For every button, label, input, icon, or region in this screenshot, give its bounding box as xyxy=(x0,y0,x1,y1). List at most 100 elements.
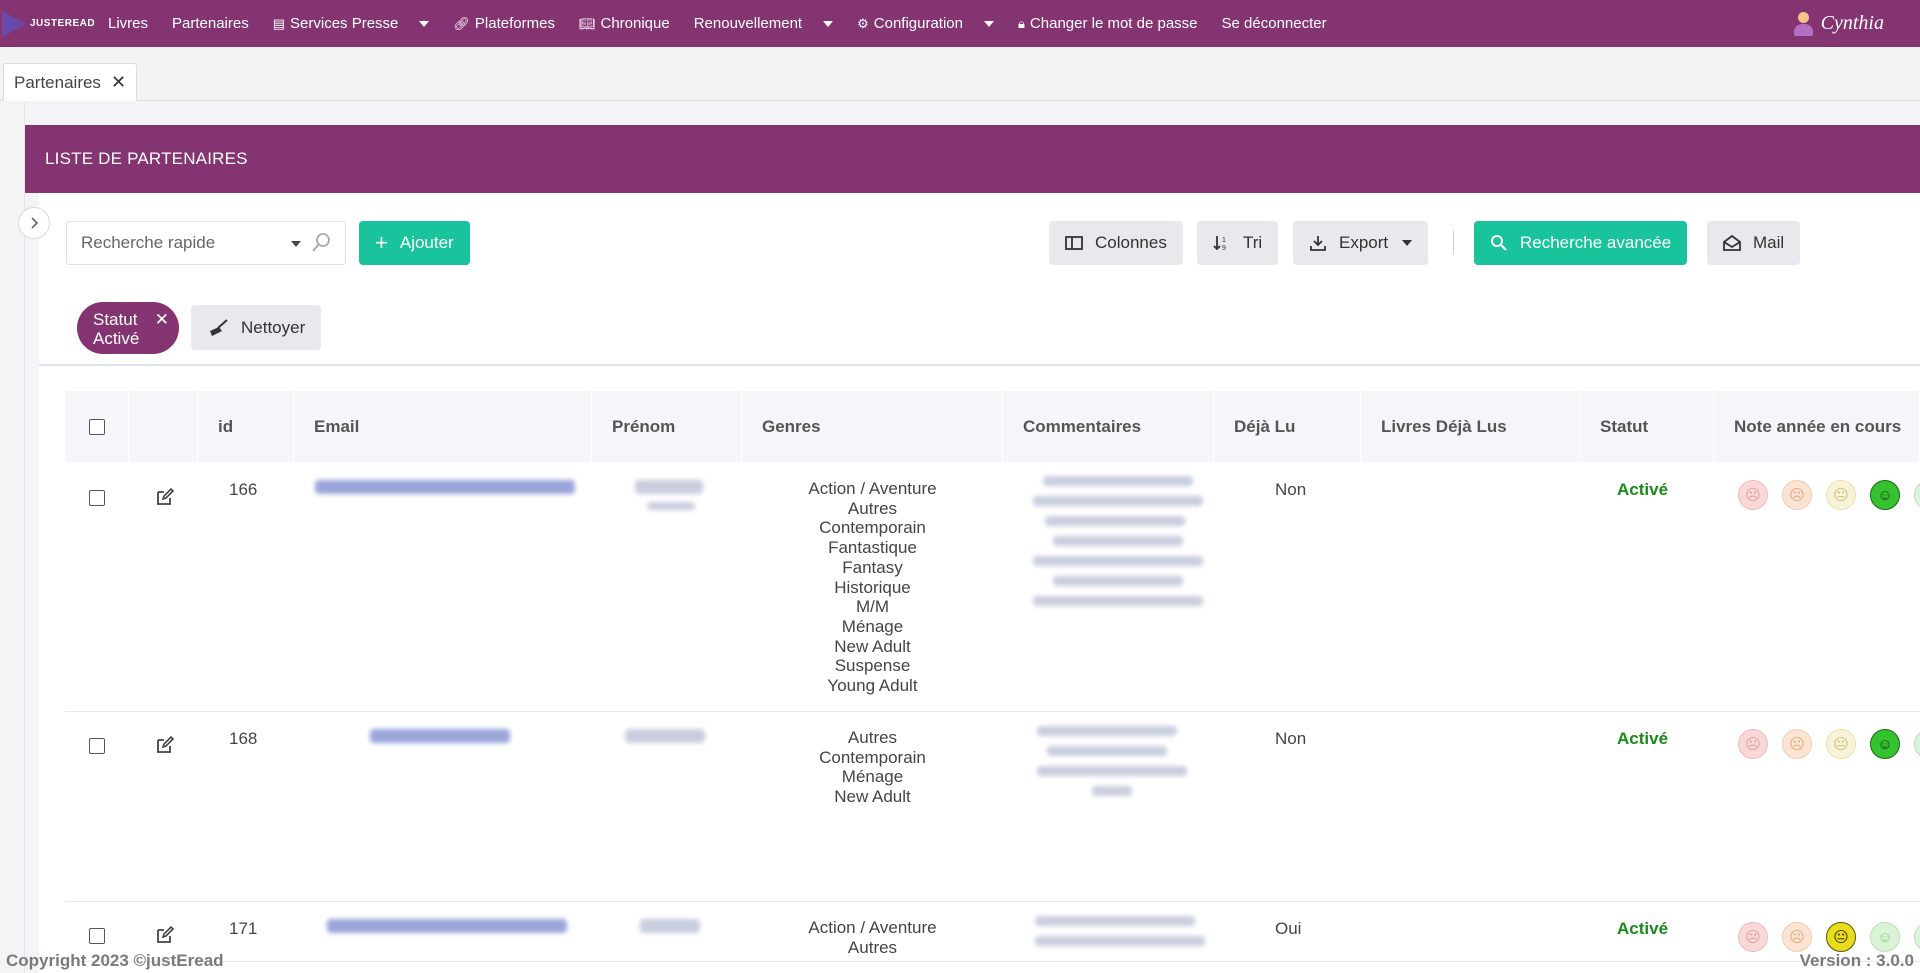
nav-item-livres[interactable]: Livres xyxy=(96,0,160,47)
nav-label: Plateformes xyxy=(474,15,555,32)
genre-item: Ménage xyxy=(841,767,904,787)
row-checkbox[interactable] xyxy=(89,490,105,506)
nav-item-plateformes[interactable]: 🔗︎ Plateformes xyxy=(441,0,567,47)
plus-icon: + xyxy=(375,230,388,255)
add-button[interactable]: + Ajouter xyxy=(359,221,470,265)
search-placeholder: Recherche rapide xyxy=(81,233,216,252)
happy-face-icon[interactable]: ☺ xyxy=(1870,480,1900,510)
very-happy-face-icon[interactable]: ☺ xyxy=(1914,922,1920,952)
angry-face-icon[interactable]: ☹ xyxy=(1738,480,1768,510)
rating-faces: ☹ ☹ 😐︎ ☺ ☺ xyxy=(1738,480,1920,510)
nav-label: Partenaires xyxy=(172,15,249,32)
nav-label: Services Presse xyxy=(290,15,399,32)
row-id: 168 xyxy=(229,729,258,748)
genre-item: Fantasy xyxy=(842,557,903,577)
table-header: id Email Prénom Genres Commentaires Déjà… xyxy=(65,391,1920,462)
nav-item-logout[interactable]: Se déconnecter xyxy=(1210,0,1339,47)
very-happy-face-icon[interactable]: ☺ xyxy=(1914,729,1920,759)
prenom-redacted xyxy=(640,919,700,933)
genre-item: Action / Aventure xyxy=(808,918,937,937)
column-header-genres[interactable]: Genres xyxy=(742,391,1003,462)
user-name: Cynthia xyxy=(1820,12,1884,34)
sidebar-toggle-button[interactable] xyxy=(18,207,50,239)
table-row[interactable]: 171 Action / Aventure Autres Oui Activé … xyxy=(65,902,1920,962)
export-button[interactable]: Export xyxy=(1293,221,1429,265)
quick-search-input[interactable]: Recherche rapide xyxy=(66,221,346,265)
close-icon[interactable]: ✕ xyxy=(155,310,169,329)
email-redacted xyxy=(370,729,510,743)
column-header-commentaires[interactable]: Commentaires xyxy=(1003,391,1214,462)
row-id: 166 xyxy=(229,480,258,499)
table-row[interactable]: 166 Action / Aventure Autres Contemporai… xyxy=(65,462,1920,712)
columns-button[interactable]: Colonnes xyxy=(1049,221,1183,265)
genre-item: New Adult xyxy=(834,787,911,807)
neutral-face-icon[interactable]: 😐︎ xyxy=(1826,480,1856,510)
brand-logo[interactable]: JUSTEREAD xyxy=(0,0,96,47)
happy-face-icon[interactable]: ☺ xyxy=(1870,922,1900,952)
play-logo-icon xyxy=(2,10,26,37)
row-checkbox[interactable] xyxy=(89,738,105,754)
deja-lu-value: Non xyxy=(1275,729,1307,748)
mail-button[interactable]: Mail xyxy=(1707,221,1801,265)
top-navbar: JUSTEREAD Livres Partenaires ▤ Services … xyxy=(0,0,1920,47)
email-redacted xyxy=(327,919,567,933)
column-header-livres-deja-lus[interactable]: Livres Déjà Lus xyxy=(1361,391,1580,462)
envelope-open-icon xyxy=(1723,235,1741,251)
clear-filters-button[interactable]: Nettoyer xyxy=(191,305,322,350)
column-header-deja-lu[interactable]: Déjà Lu xyxy=(1214,391,1361,462)
angry-face-icon[interactable]: ☹ xyxy=(1738,729,1768,759)
column-header-id[interactable]: id xyxy=(198,391,294,462)
genre-item: Autres xyxy=(847,937,898,957)
advanced-search-label: Recherche avancée xyxy=(1520,233,1672,252)
sad-face-icon[interactable]: ☹ xyxy=(1782,729,1812,759)
sort-button[interactable]: 19 Tri xyxy=(1197,221,1279,265)
section-divider xyxy=(39,364,1920,366)
tab-partenaires[interactable]: Partenaires ✕ xyxy=(3,63,138,101)
genre-item: Ménage xyxy=(841,616,904,636)
svg-text:1: 1 xyxy=(1222,237,1226,244)
genre-item: M/M xyxy=(855,597,890,617)
download-icon xyxy=(1310,236,1326,251)
sad-face-icon[interactable]: ☹ xyxy=(1782,480,1812,510)
column-header-prenom[interactable]: Prénom xyxy=(592,391,742,462)
column-header-note[interactable]: Note année en cours xyxy=(1714,391,1920,462)
chevron-right-icon xyxy=(31,217,39,229)
nav-label: Renouvellement xyxy=(693,15,803,32)
table-row[interactable]: 168 Autres Contemporain Ménage New Adult… xyxy=(65,712,1920,902)
edit-icon[interactable] xyxy=(155,735,175,760)
angry-face-icon[interactable]: ☹ xyxy=(1738,922,1768,952)
sad-face-icon[interactable]: ☹ xyxy=(1782,922,1812,952)
book-icon: 📖︎ xyxy=(578,15,596,31)
close-icon[interactable]: ✕ xyxy=(111,72,126,93)
edit-icon[interactable] xyxy=(155,487,175,512)
advanced-search-button[interactable]: Recherche avancée xyxy=(1474,221,1688,265)
nav-item-renouvellement[interactable]: Renouvellement xyxy=(682,0,845,47)
nav-item-services-presse[interactable]: ▤ Services Presse xyxy=(261,0,442,47)
genre-item: Autres xyxy=(847,498,898,518)
nav-item-partenaires[interactable]: Partenaires xyxy=(160,0,261,47)
chevron-down-icon[interactable] xyxy=(291,241,301,247)
neutral-face-icon[interactable]: 😐︎ xyxy=(1826,922,1856,952)
genre-item: Fantastique xyxy=(828,538,917,558)
chevron-down-icon xyxy=(984,20,994,27)
toolbar-divider xyxy=(1453,231,1454,255)
filter-chip-statut[interactable]: Statut Activé ✕ xyxy=(77,302,179,354)
select-all-checkbox[interactable] xyxy=(88,418,105,435)
column-header-statut[interactable]: Statut xyxy=(1580,391,1714,462)
search-icon[interactable] xyxy=(311,232,331,254)
export-label: Export xyxy=(1339,233,1389,252)
logo-text: JUSTEREAD xyxy=(30,18,96,29)
nav-item-change-password[interactable]: 🔒︎ Changer le mot de passe xyxy=(1006,0,1210,47)
status-badge: Activé xyxy=(1617,919,1669,938)
happy-face-icon[interactable]: ☺ xyxy=(1870,729,1900,759)
very-happy-face-icon[interactable]: ☺ xyxy=(1914,480,1920,510)
user-menu[interactable]: Cynthia xyxy=(1793,0,1884,47)
avatar xyxy=(1793,11,1813,37)
edit-icon[interactable] xyxy=(155,925,175,950)
nav-item-configuration[interactable]: ⚙ Configuration xyxy=(845,0,1006,47)
neutral-face-icon[interactable]: 😐︎ xyxy=(1826,729,1856,759)
nav-item-chronique[interactable]: 📖︎ Chronique xyxy=(567,0,682,47)
column-header-email[interactable]: Email xyxy=(294,391,592,462)
row-checkbox[interactable] xyxy=(89,928,105,944)
genre-item: Contemporain xyxy=(819,518,926,538)
